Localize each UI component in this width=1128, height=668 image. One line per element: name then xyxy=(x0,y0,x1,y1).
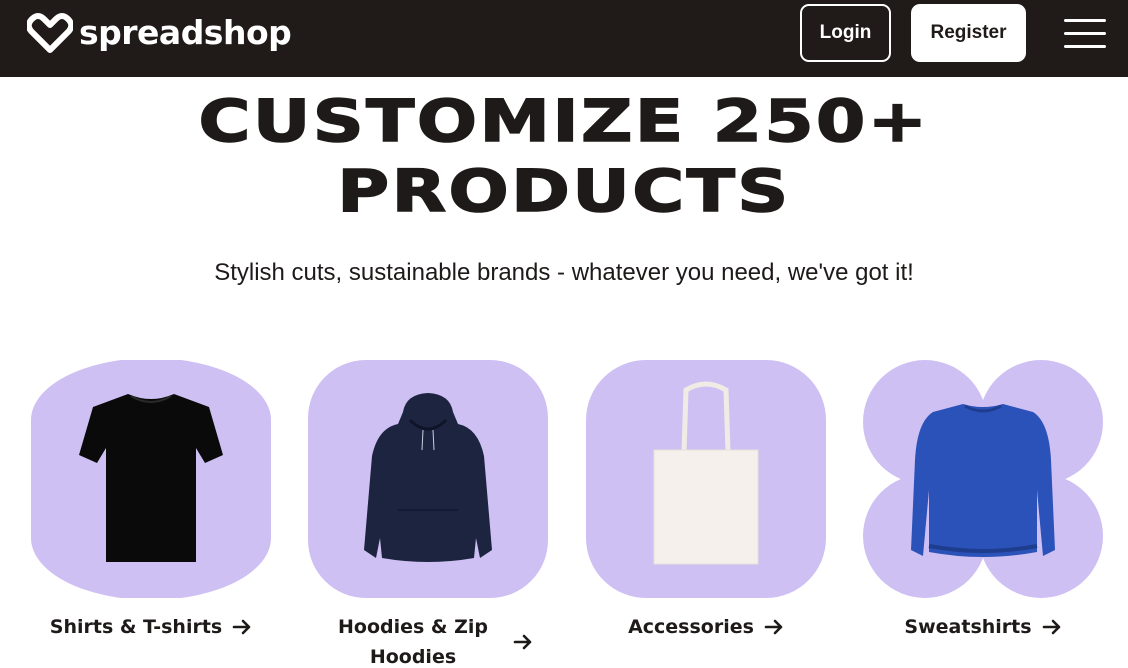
hamburger-menu-icon[interactable] xyxy=(1064,17,1106,49)
page-subtitle: Stylish cuts, sustainable brands - whate… xyxy=(214,259,914,286)
navy-hoodie-image xyxy=(364,393,492,562)
blue-sweatshirt-image xyxy=(911,404,1055,557)
top-navigation-bar: spreadshop Login Register xyxy=(0,0,1128,77)
arrow-right-icon xyxy=(232,619,251,635)
login-button[interactable]: Login xyxy=(800,4,891,62)
category-link[interactable]: Sweatshirts xyxy=(843,612,1123,642)
category-link[interactable]: Hoodies & Zip Hoodies xyxy=(288,612,568,668)
heart-outline-logo-icon xyxy=(27,13,73,53)
register-button[interactable]: Register xyxy=(911,4,1026,62)
arrow-right-icon xyxy=(513,634,532,650)
page-title-line-2: PRODUCTS xyxy=(336,156,791,226)
category-label: Sweatshirts xyxy=(904,616,1032,638)
spreadshop-logo[interactable]: spreadshop xyxy=(27,12,292,54)
logo-text: spreadshop xyxy=(79,13,292,52)
arrow-right-icon xyxy=(764,619,783,635)
page-title-line-1: CUSTOMIZE 250+ xyxy=(198,86,930,156)
category-label: Shirts & T-shirts xyxy=(49,616,223,638)
category-label: Hoodies & Zip Hoodies xyxy=(337,616,488,668)
page-title: CUSTOMIZE 250+ PRODUCTS xyxy=(0,86,1128,226)
category-link[interactable]: Shirts & T-shirts xyxy=(11,612,291,642)
category-label: Accessories xyxy=(628,616,754,638)
arrow-right-icon xyxy=(1042,619,1060,635)
black-tshirt-image xyxy=(79,394,223,562)
white-tote-bag-image xyxy=(653,381,759,565)
category-link[interactable]: Accessories xyxy=(566,612,846,642)
